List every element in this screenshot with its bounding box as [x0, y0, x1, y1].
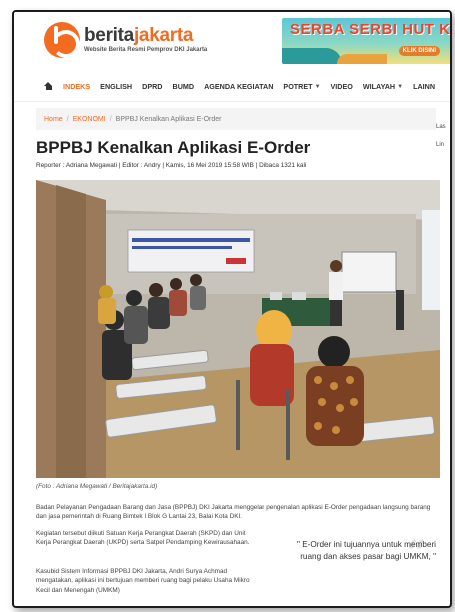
- nav-label: ENGLISH: [100, 82, 133, 91]
- logo-title-part1: berita: [84, 25, 134, 46]
- logo-text: beritajakarta Website Berita Resmi Pempr…: [84, 26, 207, 54]
- nav-item-bumd[interactable]: BUMD: [173, 82, 195, 91]
- nav-label: LAINN: [413, 82, 436, 91]
- pull-quote: “ " E-Order ini tujuannya untuk memberi …: [276, 533, 436, 573]
- article-paragraph: Kegiatan tersebut diikuti Satuan Kerja P…: [36, 530, 250, 547]
- nav-item-lainnya[interactable]: LAINN: [413, 82, 435, 91]
- hut-banner[interactable]: SERBA SERBI HUT KE-492 KLIK DISINI: [282, 18, 451, 64]
- nav-label: INDEKS: [63, 82, 91, 91]
- logo-title-part2: jakarta: [133, 25, 194, 46]
- breadcrumb-separator: /: [66, 115, 69, 123]
- banner-decoration: [282, 48, 342, 64]
- logo-title: beritajakarta: [84, 26, 207, 46]
- article-paragraph: Badan Pelayanan Pengadaan Barang dan Jas…: [36, 504, 431, 521]
- article-photo: [36, 180, 440, 478]
- chevron-down-icon: ▼: [397, 83, 404, 90]
- pull-quote-text: " E-Order ini tujuannya untuk memberi ru…: [297, 540, 436, 561]
- breadcrumb-separator: /: [109, 115, 112, 123]
- nav-label: AGENDA KEGIATAN: [204, 82, 274, 91]
- chevron-down-icon: ▼: [314, 83, 321, 90]
- article-byline: Reporter : Adriana Megawati | Editor : A…: [36, 162, 307, 169]
- nav-item-potret[interactable]: POTRET ▼: [283, 82, 320, 91]
- home-icon: [44, 82, 53, 91]
- nav-label: WILAYAH: [362, 82, 396, 91]
- nav-item-indeks[interactable]: INDEKS: [63, 82, 90, 91]
- breadcrumb-home[interactable]: Home: [44, 116, 63, 123]
- nav-item-agenda[interactable]: AGENDA KEGIATAN: [204, 82, 273, 91]
- nav-label: BUMD: [172, 82, 195, 91]
- nav-label: VIDEO: [330, 82, 353, 91]
- main-nav: INDEKS ENGLISH DPRD BUMD AGENDA KEGIATAN…: [14, 72, 450, 102]
- site-header: beritajakarta Website Berita Resmi Pempr…: [14, 12, 450, 72]
- nav-home[interactable]: [44, 82, 53, 91]
- banner-cta[interactable]: KLIK DISINI: [398, 46, 440, 56]
- nav-item-wilayah[interactable]: WILAYAH ▼: [363, 82, 403, 91]
- sidebar-tab-label[interactable]: Lin: [436, 142, 444, 148]
- breadcrumb-current: BPPBJ Kenalkan Aplikasi E-Order: [115, 115, 222, 123]
- article-paragraph: Kasubid Sistem Informasi BPPBJ DKI Jakar…: [36, 568, 250, 594]
- breadcrumb: Home / EKONOMI / BPPBJ Kenalkan Aplikasi…: [36, 108, 436, 130]
- site-logo[interactable]: beritajakarta Website Berita Resmi Pempr…: [44, 22, 207, 58]
- sidebar-tab-label[interactable]: Las: [436, 124, 446, 130]
- nav-item-english[interactable]: ENGLISH: [100, 82, 132, 91]
- nav-item-video[interactable]: VIDEO: [331, 82, 353, 91]
- browser-frame: beritajakarta Website Berita Resmi Pempr…: [12, 10, 452, 608]
- nav-label: POTRET: [283, 82, 313, 91]
- banner-text: SERBA SERBI HUT KE-492: [290, 21, 451, 38]
- article-title: BPPBJ Kenalkan Aplikasi E-Order: [36, 138, 311, 157]
- logo-tagline: Website Berita Resmi Pemprov DKI Jakarta: [84, 47, 208, 53]
- photo-caption: (Foto : Adriana Megawati / Beritajakarta…: [36, 483, 158, 490]
- banner-decoration: [337, 54, 387, 64]
- nav-label: DPRD: [142, 82, 163, 91]
- logo-b-icon: [44, 22, 80, 58]
- breadcrumb-section[interactable]: EKONOMI: [73, 116, 106, 123]
- nav-item-dprd[interactable]: DPRD: [142, 82, 162, 91]
